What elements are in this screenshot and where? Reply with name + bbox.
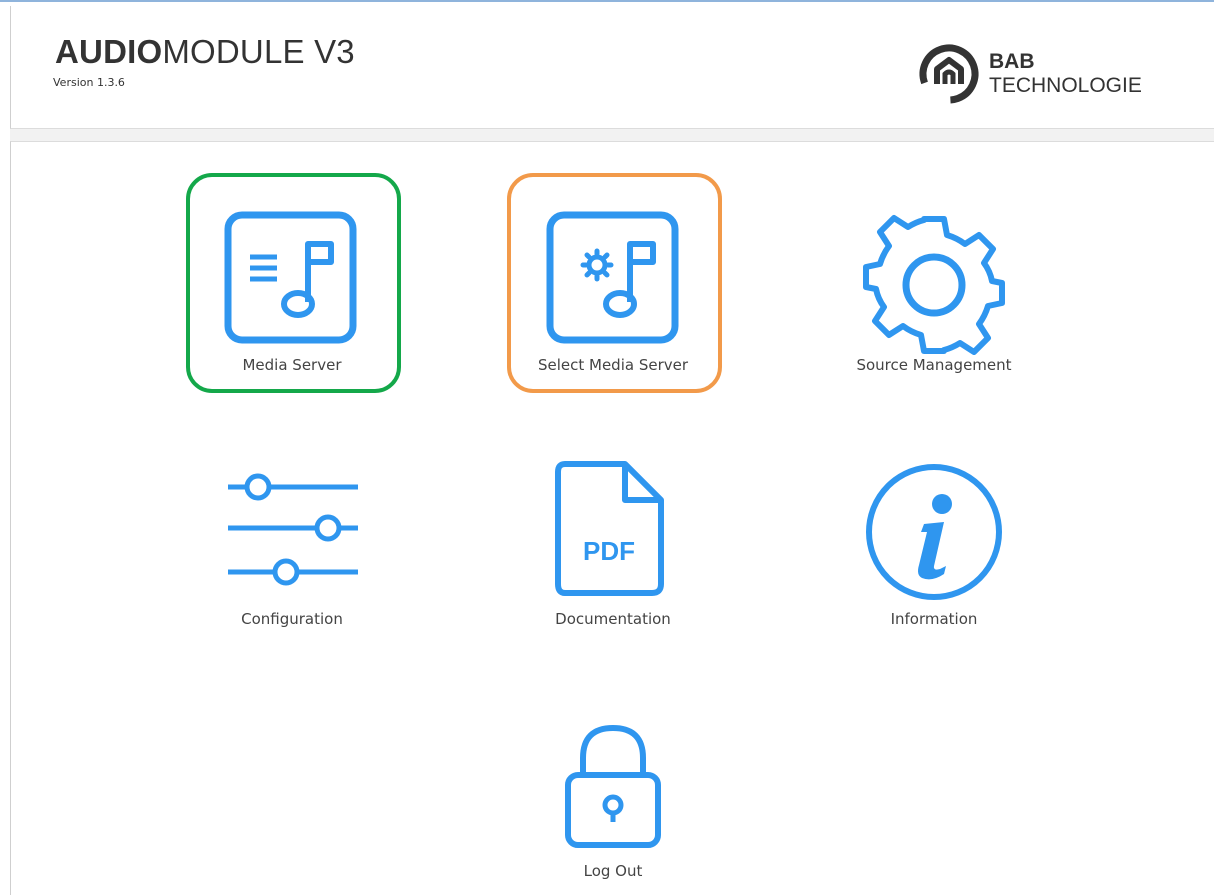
- brand-logo[interactable]: BAB TECHNOLOGIE: [915, 40, 1185, 110]
- tile-information[interactable]: Information: [828, 440, 1040, 660]
- bab-logo-icon: [919, 44, 979, 104]
- brand-line2: TECHNOLOGIE: [989, 74, 1142, 97]
- tile-label: Documentation: [555, 610, 671, 628]
- tile-documentation[interactable]: PDF Documentation: [507, 440, 719, 660]
- tile-media-server[interactable]: Media Server: [186, 173, 398, 393]
- tile-label: Configuration: [241, 610, 343, 628]
- app-title-bold: AUDIO: [55, 33, 163, 70]
- sliders-icon: [228, 473, 358, 586]
- gear-icon: [863, 215, 1005, 355]
- pdf-label: PDF: [583, 536, 635, 566]
- tile-label: Information: [890, 610, 978, 628]
- media-server-icon: [224, 211, 357, 344]
- tile-label: Select Media Server: [537, 356, 689, 374]
- divider-band: [10, 129, 1214, 141]
- page: AUDIOMODULE V3 Version 1.3.6 BAB TECHNOL…: [0, 0, 1214, 895]
- tile-label: Source Management: [856, 356, 1012, 374]
- tile-log-out[interactable]: Log Out: [507, 700, 719, 895]
- select-media-server-icon: [546, 211, 679, 344]
- app-title-light: MODULE V3: [162, 33, 355, 70]
- top-rule: [0, 0, 1214, 2]
- brand-line1: BAB: [989, 50, 1035, 73]
- tile-label: Media Server: [242, 356, 342, 374]
- tile-configuration[interactable]: Configuration: [186, 440, 398, 660]
- tile-source-management[interactable]: Source Management: [828, 173, 1040, 393]
- app-title: AUDIOMODULE V3: [55, 34, 355, 70]
- lock-icon: [565, 724, 661, 848]
- tile-select-media-server[interactable]: Select Media Server: [507, 173, 719, 393]
- tile-label: Log Out: [583, 862, 643, 880]
- pdf-document-icon: PDF: [555, 461, 664, 596]
- brand-text: BAB TECHNOLOGIE: [989, 50, 1142, 98]
- info-icon: [866, 464, 1002, 600]
- version-label: Version 1.3.6: [53, 76, 125, 89]
